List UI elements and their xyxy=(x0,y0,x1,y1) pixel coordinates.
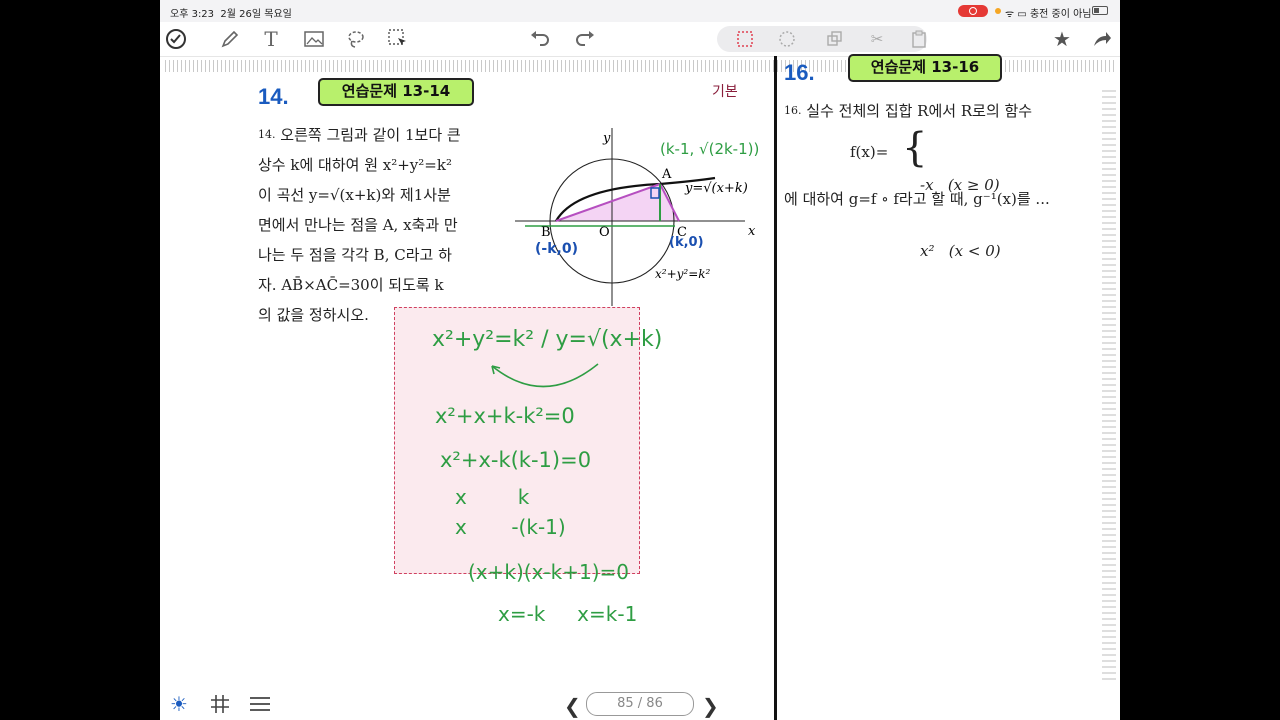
paste-icon[interactable] xyxy=(909,29,929,49)
handwritten-work-line: x²+x+k-k²=0 xyxy=(435,404,575,428)
handwritten-work-line: x=-k x=k-1 xyxy=(498,602,638,626)
copy-icon[interactable] xyxy=(825,29,845,49)
circle-figure: y x A B O C y=√(x+k) x²+y²=k² (k-1, √(2k… xyxy=(515,128,759,306)
toolbar: T ✂ ★ xyxy=(160,22,1120,57)
scroll-indicator[interactable] xyxy=(1102,90,1116,680)
point-B-label: B xyxy=(541,225,551,240)
x-axis-label: x xyxy=(748,224,756,239)
text-icon[interactable]: T xyxy=(259,27,283,51)
function-name: f(x)= xyxy=(850,143,889,161)
right-page-badge: 연습문제 13-16 xyxy=(848,54,1002,82)
problem-line: 면에서 만나는 점을 A, x축과 만 xyxy=(258,216,458,234)
piecewise-cases: -x (x ≥ 0) x² (x < 0) xyxy=(920,130,1001,306)
circle-label: x²+y²=k² xyxy=(655,267,711,281)
status-charging: ᯤ ▭ 충전 중이 아님 xyxy=(1005,9,1092,20)
handwritten-C-coords: (k,0) xyxy=(669,235,704,250)
left-page-badge: 연습문제 13-14 xyxy=(318,78,474,106)
next-page-icon[interactable]: ❯ xyxy=(702,694,719,718)
status-time: 오후 3:23 2월 26일 목요일 xyxy=(170,9,292,20)
y-axis-label: y xyxy=(602,131,611,146)
lasso-icon[interactable] xyxy=(344,27,368,51)
handwritten-work-line: x²+y²=k² / y=√(x+k) xyxy=(432,327,663,352)
app-screen: 오후 3:23 2월 26일 목요일 ᯤ ▭ 충전 중이 아님 T ✂ ★ 14… xyxy=(160,0,1120,720)
problem-text: 14. 오른쪽 그림과 같이 1보다 큰 상수 k에 대하여 원 x²+y²=k… xyxy=(258,120,461,330)
redo-icon[interactable] xyxy=(573,27,597,51)
problem-line: 이 곡선 y=√(x+k)와 제1사분 xyxy=(258,186,451,204)
problem-line: 나는 두 점을 각각 B, C라고 하 xyxy=(258,246,452,264)
right-page-number: 16. xyxy=(784,60,815,85)
selection-arrow-icon[interactable] xyxy=(386,27,410,51)
checkmark-circle-icon[interactable] xyxy=(164,27,188,51)
mic-dot-icon xyxy=(995,8,1001,14)
status-bar: 오후 3:23 2월 26일 목요일 ᯤ ▭ 충전 중이 아님 xyxy=(160,0,1120,22)
menu-icon[interactable] xyxy=(249,696,271,716)
battery-icon xyxy=(1092,6,1108,15)
scissors-icon[interactable]: ✂ xyxy=(867,29,887,49)
recording-indicator[interactable] xyxy=(958,5,988,17)
page-indicator[interactable]: 85 / 86 xyxy=(586,692,694,716)
rect-select-icon[interactable] xyxy=(735,29,755,49)
handwritten-B-coords: (-k,0) xyxy=(535,241,578,257)
point-O-label: O xyxy=(599,225,610,240)
star-icon[interactable]: ★ xyxy=(1050,27,1074,51)
problem-line: 자. AB̄×AC̄=30이 되도록 k xyxy=(258,276,444,294)
handwritten-work-line: x k xyxy=(455,485,530,509)
share-icon[interactable] xyxy=(1090,27,1114,51)
curve-label: y=√(x+k) xyxy=(684,181,748,196)
handwritten-A-coords: (k-1, √(2k-1)) xyxy=(660,140,759,158)
level-label: 기본 xyxy=(712,84,738,100)
circle-select-icon[interactable] xyxy=(777,29,797,49)
grid-icon[interactable] xyxy=(210,694,230,718)
problem-line: 14. 오른쪽 그림과 같이 1보다 큰 xyxy=(258,126,461,144)
undo-icon[interactable] xyxy=(528,27,552,51)
handwritten-work-line: x -(k-1) xyxy=(455,515,566,539)
left-page-number: 14. xyxy=(258,84,289,109)
selection-tool-group: ✂ xyxy=(717,26,927,52)
case-2: x² (x < 0) xyxy=(920,242,1001,260)
handwritten-work-line: x²+x-k(k-1)=0 xyxy=(440,448,592,472)
prev-page-icon[interactable]: ❮ xyxy=(564,694,581,718)
brightness-icon[interactable]: ☀ xyxy=(170,692,188,716)
problem-line: 상수 k에 대하여 원 x²+y²=k² xyxy=(258,156,452,174)
handwritten-work-line: (x+k)(x-k+1)=0 xyxy=(468,560,629,584)
arrow-curve-icon xyxy=(491,363,599,388)
problem-16-line1: 16. 실수 전체의 집합 R에서 R로의 함수 xyxy=(784,102,1033,120)
problem-16-line2: 에 대하여 g=f ∘ f라고 할 때, g⁻¹(x)를 ... xyxy=(784,190,1050,208)
point-A-label: A xyxy=(661,167,672,182)
pen-icon[interactable] xyxy=(218,27,242,51)
image-icon[interactable] xyxy=(302,27,326,51)
page-divider xyxy=(774,56,777,720)
